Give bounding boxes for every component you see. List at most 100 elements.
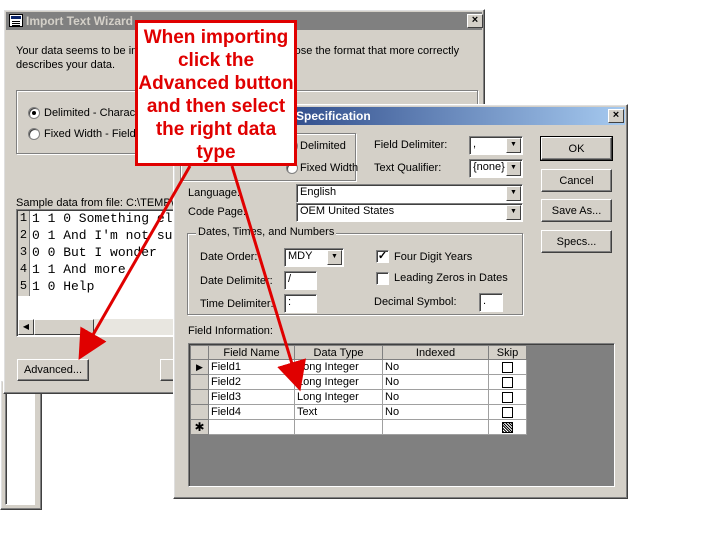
sample-row-text-3: 0 0 But I wonder: [32, 245, 157, 260]
tutorial-callout: When importing click the Advanced button…: [135, 20, 297, 166]
indexed-cell[interactable]: No: [382, 389, 489, 405]
specs-button[interactable]: Specs...: [541, 230, 612, 253]
col-skip[interactable]: Skip: [488, 345, 527, 360]
leading-zeros-checkbox[interactable]: [376, 272, 389, 285]
skip-checkbox[interactable]: [502, 406, 513, 418]
ok-button[interactable]: OK: [540, 136, 613, 161]
background-window: [0, 380, 42, 510]
col-data-type[interactable]: Data Type: [294, 345, 383, 360]
scroll-left-arrow-icon[interactable]: ◀: [18, 319, 34, 335]
skip-checkbox-new[interactable]: [502, 421, 513, 433]
radio-format-delimited-label[interactable]: Delimited: [300, 140, 346, 152]
row-selector[interactable]: [190, 404, 209, 420]
date-order-combo[interactable]: MDY ▼: [284, 248, 344, 267]
indexed-cell[interactable]: No: [382, 359, 489, 375]
sample-row-text-2: 0 1 And I'm not sure: [32, 228, 189, 243]
current-row-pointer-icon[interactable]: ▶: [190, 359, 209, 375]
chevron-down-icon[interactable]: ▼: [506, 138, 521, 153]
field-information-label: Field Information:: [188, 325, 273, 337]
chevron-down-icon[interactable]: ▼: [506, 186, 521, 201]
indexed-cell[interactable]: No: [382, 404, 489, 420]
scroll-thumb[interactable]: [34, 319, 94, 335]
date-delimiter-input[interactable]: /: [284, 271, 317, 290]
advanced-button[interactable]: Advanced...: [17, 359, 89, 381]
table-row[interactable]: Field4 Text No: [190, 404, 527, 420]
skip-cell[interactable]: [488, 389, 527, 405]
language-label: Language:: [188, 187, 240, 199]
sample-row-text-1: 1 1 0 Something else: [32, 211, 189, 226]
col-indexed[interactable]: Indexed: [382, 345, 489, 360]
skip-checkbox[interactable]: [502, 361, 513, 373]
new-indexed-cell[interactable]: [382, 419, 489, 435]
chevron-down-icon[interactable]: ▼: [506, 161, 521, 176]
radio-delimited[interactable]: [28, 107, 40, 119]
data-type-cell[interactable]: Long Integer: [294, 359, 383, 375]
spec-close-button[interactable]: ×: [608, 109, 624, 123]
sample-row-num-5: 5: [18, 279, 30, 296]
four-digit-years-label[interactable]: Four Digit Years: [394, 251, 472, 263]
decimal-symbol-input[interactable]: .: [479, 293, 503, 312]
field-table-header: Field Name Data Type Indexed Skip: [190, 345, 527, 360]
date-delimiter-label: Date Delimiter:: [200, 275, 273, 287]
date-order-value: MDY: [288, 250, 313, 262]
skip-checkbox[interactable]: [502, 391, 513, 403]
time-delimiter-input[interactable]: :: [284, 294, 317, 313]
sample-row-text-4: 1 1 And more: [32, 262, 126, 277]
code-page-combo[interactable]: OEM United States ▼: [296, 203, 523, 222]
row-selector[interactable]: [190, 374, 209, 390]
text-qualifier-combo[interactable]: {none} ▼: [469, 159, 523, 178]
sample-row-num-1: 1: [18, 211, 30, 228]
table-row[interactable]: Field2 Long Integer No: [190, 374, 527, 390]
data-type-cell[interactable]: Text: [294, 404, 383, 420]
language-combo[interactable]: English ▼: [296, 184, 523, 203]
skip-cell[interactable]: [488, 404, 527, 420]
table-row-new[interactable]: ✱: [190, 419, 527, 435]
date-order-label: Date Order:: [200, 251, 258, 263]
new-record-asterisk-icon[interactable]: ✱: [190, 419, 209, 435]
sample-row-num-3: 3: [18, 245, 30, 262]
code-page-label: Code Page:: [188, 206, 247, 218]
time-delimiter-label: Time Delimiter:: [200, 298, 274, 310]
save-as-button[interactable]: Save As...: [541, 199, 612, 222]
row-selector[interactable]: [190, 389, 209, 405]
table-row[interactable]: Field3 Long Integer No: [190, 389, 527, 405]
language-value: English: [300, 186, 337, 198]
background-window-list: [5, 387, 35, 505]
skip-cell[interactable]: [488, 359, 527, 375]
field-delimiter-combo[interactable]: , ▼: [469, 136, 523, 155]
table-row[interactable]: ▶ Field1 Long Integer No: [190, 359, 527, 375]
chevron-down-icon[interactable]: ▼: [506, 205, 521, 220]
sample-row-num-4: 4: [18, 262, 30, 279]
skip-cell[interactable]: [488, 374, 527, 390]
new-skip-cell[interactable]: [488, 419, 527, 435]
skip-checkbox[interactable]: [502, 376, 513, 388]
time-delimiter-value: :: [288, 296, 292, 308]
wizard-app-icon: [9, 14, 23, 27]
field-info-table[interactable]: Field Name Data Type Indexed Skip ▶ Fiel…: [190, 345, 527, 435]
decimal-symbol-value: .: [483, 295, 487, 307]
field-name-cell[interactable]: Field2: [208, 374, 295, 390]
new-data-type-cell[interactable]: [294, 419, 383, 435]
data-type-cell[interactable]: Long Integer: [294, 374, 383, 390]
chevron-down-icon[interactable]: ▼: [327, 250, 342, 265]
code-page-value: OEM United States: [300, 205, 395, 217]
new-field-name-cell[interactable]: [208, 419, 295, 435]
wizard-title: Import Text Wizard: [26, 14, 134, 28]
radio-fixed-width[interactable]: [28, 128, 40, 140]
field-name-cell[interactable]: Field4: [208, 404, 295, 420]
wizard-close-button[interactable]: ×: [467, 14, 483, 28]
data-type-cell[interactable]: Long Integer: [294, 389, 383, 405]
field-delimiter-label: Field Delimiter:: [374, 139, 448, 151]
dates-group-label: Dates, Times, and Numbers: [196, 226, 337, 238]
radio-format-fixed-label[interactable]: Fixed Width: [300, 162, 358, 174]
cancel-button[interactable]: Cancel: [541, 169, 612, 192]
field-name-cell[interactable]: Field1: [208, 359, 295, 375]
text-qualifier-label: Text Qualifier:: [374, 162, 442, 174]
field-name-cell[interactable]: Field3: [208, 389, 295, 405]
four-digit-years-checkbox[interactable]: ✓: [376, 250, 389, 263]
indexed-cell[interactable]: No: [382, 374, 489, 390]
row-selector-header: [190, 345, 209, 360]
decimal-symbol-label: Decimal Symbol:: [374, 296, 457, 308]
leading-zeros-label[interactable]: Leading Zeros in Dates: [394, 272, 508, 284]
col-field-name[interactable]: Field Name: [208, 345, 295, 360]
